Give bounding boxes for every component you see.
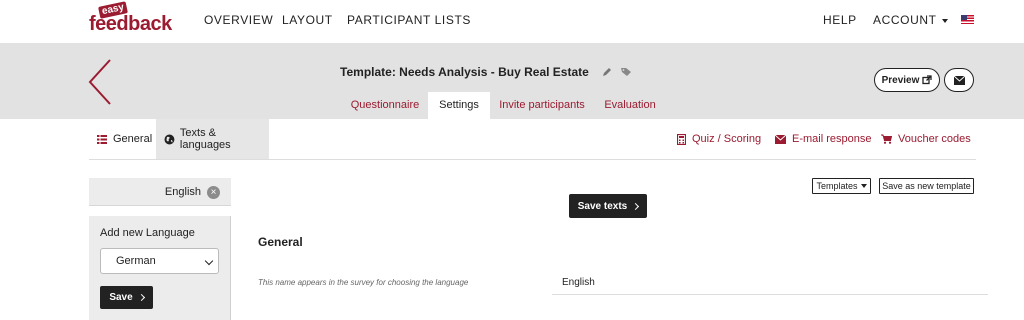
subnav-texts-languages-label: Texts & languages xyxy=(179,127,231,151)
save-language-button[interactable]: Save xyxy=(100,286,153,309)
us-flag-icon[interactable] xyxy=(961,15,974,24)
nav-account-label: ACCOUNT xyxy=(873,13,937,27)
language-name-field[interactable]: English xyxy=(562,277,595,288)
page-title: Template: Needs Analysis - Buy Real Esta… xyxy=(340,65,589,79)
language-select[interactable]: German xyxy=(100,248,219,274)
nav-help[interactable]: HELP xyxy=(823,13,857,27)
templates-dropdown-button[interactable]: Templates xyxy=(812,178,871,194)
save-texts-button-label: Save texts xyxy=(577,200,628,212)
tab-evaluation[interactable]: Evaluation xyxy=(596,92,664,119)
chevron-down-icon xyxy=(204,256,214,266)
language-name-hint: This name appears in the survey for choo… xyxy=(258,278,469,287)
language-item-english[interactable]: English × xyxy=(89,178,231,206)
nav-participant-lists[interactable]: PARTICIPANT LISTS xyxy=(347,13,471,27)
pencil-icon[interactable] xyxy=(602,67,612,77)
caret-down-icon xyxy=(941,18,948,23)
nav-account[interactable]: ACCOUNT xyxy=(873,13,948,27)
save-texts-button[interactable]: Save texts xyxy=(569,194,647,218)
language-sidebar: English × Add new Language German Save xyxy=(89,178,231,320)
envelope-icon xyxy=(953,75,965,85)
tab-settings[interactable]: Settings xyxy=(428,92,490,119)
language-item-label: English xyxy=(164,186,201,198)
subnav-quiz-scoring[interactable]: Quiz / Scoring xyxy=(677,119,761,159)
subnav-voucher-codes-label: Voucher codes xyxy=(898,133,971,145)
logo-feedback-text: feedback xyxy=(89,13,172,35)
preview-button[interactable]: Preview xyxy=(874,68,940,92)
survey-header: Template: Needs Analysis - Buy Real Esta… xyxy=(0,43,1024,119)
page-title-row: Template: Needs Analysis - Buy Real Esta… xyxy=(0,65,1024,80)
subnav-general-label: General xyxy=(113,133,153,145)
chevron-right-icon xyxy=(632,202,640,210)
save-as-new-template-button[interactable]: Save as new template xyxy=(879,178,974,194)
subnav-texts-languages[interactable]: Texts & languages xyxy=(156,119,269,159)
subnav-quiz-scoring-label: Quiz / Scoring xyxy=(692,133,762,145)
save-language-button-label: Save xyxy=(109,292,133,303)
external-link-icon xyxy=(922,75,933,85)
email-preview-button[interactable] xyxy=(944,68,974,92)
templates-dropdown-label: Templates xyxy=(816,181,858,191)
sidebar-spacer xyxy=(89,206,231,216)
add-language-label: Add new Language xyxy=(100,227,195,239)
nav-layout[interactable]: LAYOUT xyxy=(282,13,333,27)
subnav-voucher-codes[interactable]: Voucher codes xyxy=(881,119,971,159)
remove-language-icon[interactable]: × xyxy=(207,186,220,199)
subnav-general[interactable]: General xyxy=(89,119,153,159)
divider xyxy=(89,159,976,160)
section-title: General xyxy=(258,235,303,249)
nav-overview[interactable]: OVERVIEW xyxy=(204,13,273,27)
top-navbar: easy feedback OVERVIEW LAYOUT PARTICIPAN… xyxy=(0,0,1024,43)
language-select-value: German xyxy=(116,255,156,267)
tab-questionnaire[interactable]: Questionnaire xyxy=(343,92,427,119)
field-underline xyxy=(552,294,988,295)
subnav-email-response-label: E-mail response xyxy=(792,133,872,145)
survey-tabs: Questionnaire Settings Invite participan… xyxy=(0,92,1024,119)
tab-invite-participants[interactable]: Invite participants xyxy=(491,92,593,119)
calculator-icon xyxy=(677,133,686,145)
cart-icon xyxy=(881,134,892,144)
preview-button-label: Preview xyxy=(881,74,920,86)
envelope-icon xyxy=(775,134,786,144)
list-icon xyxy=(97,134,107,144)
globe-icon xyxy=(164,134,175,144)
subnav-email-response[interactable]: E-mail response xyxy=(775,119,871,159)
tags-icon[interactable] xyxy=(620,67,632,77)
chevron-right-icon xyxy=(137,293,145,302)
easyfeedback-logo[interactable]: easy feedback xyxy=(89,1,172,38)
caret-down-icon xyxy=(860,184,867,188)
